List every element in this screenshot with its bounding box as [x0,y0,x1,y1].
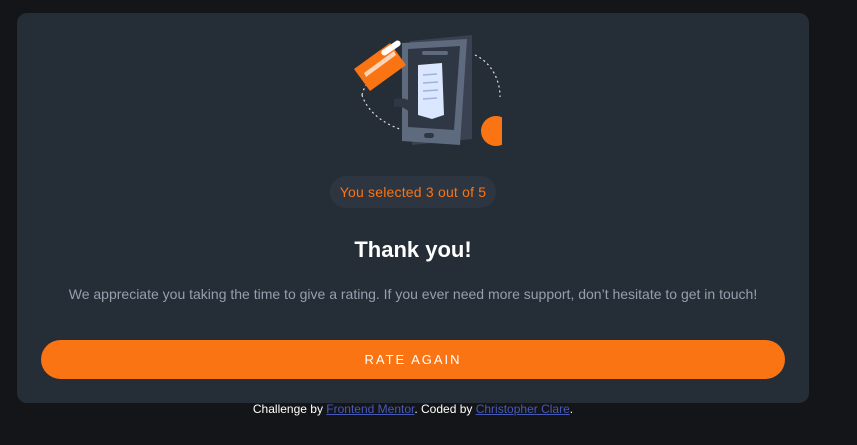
page-title: Thank you! [354,237,472,262]
badge-total-value: 5 [478,184,487,200]
thank-you-message: We appreciate you taking the time to giv… [68,286,758,302]
selection-badge: You selected 3 out of 5 [330,176,496,208]
badge-selected-value: 3 [425,184,434,200]
rate-again-button[interactable]: RATE AGAIN [41,340,785,379]
attribution: Challenge by Frontend Mentor. Coded by C… [0,402,826,416]
author-link[interactable]: Christopher Clare [476,402,570,416]
attribution-suffix: . [569,402,574,416]
challenge-prefix: Challenge by [252,402,327,416]
badge-prefix: You selected [339,184,422,200]
thank-you-card: You selected 3 out of 5 Thank you! We ap… [17,13,809,403]
frontend-mentor-link[interactable]: Frontend Mentor [326,402,414,416]
badge-middle: out of [437,184,475,200]
coded-prefix: . Coded by [414,402,476,416]
phone-payment-illustration-icon [354,35,502,146]
